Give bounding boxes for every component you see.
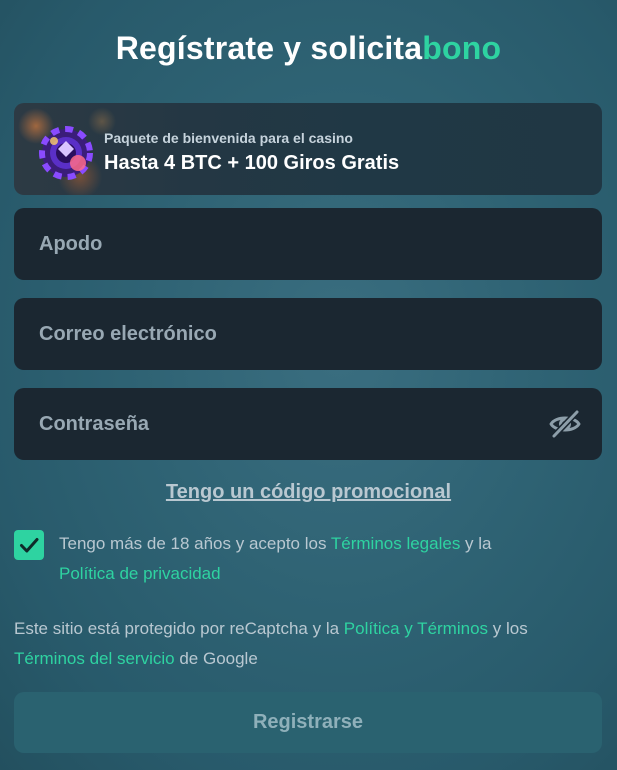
eye-slash-icon[interactable] <box>548 407 582 441</box>
privacy-policy-link[interactable]: Política de privacidad <box>59 564 221 583</box>
email-field <box>14 298 602 370</box>
recaptcha-policy-link[interactable]: Política y Términos <box>344 619 488 638</box>
recaptcha-text-part-2: y los <box>488 619 528 638</box>
age-terms-checkbox[interactable] <box>14 530 44 560</box>
title-main: Regístrate y solicita <box>115 30 423 66</box>
consent-text: Tengo más de 18 años y acepto los Términ… <box>59 529 579 589</box>
nickname-field <box>14 208 602 280</box>
banner-subtitle: Paquete de bienvenida para el casino <box>104 130 353 146</box>
page-title: Regístrate y solicitabono <box>0 30 617 67</box>
title-accent: bono <box>422 30 502 66</box>
email-input[interactable] <box>14 298 602 370</box>
legal-terms-link[interactable]: Términos legales <box>331 534 460 553</box>
password-field <box>14 388 602 460</box>
recaptcha-text-part-1: Este sitio está protegido por reCaptcha … <box>14 619 344 638</box>
banner-headline: Hasta 4 BTC + 100 Giros Gratis <box>104 152 400 174</box>
consent-text-part-2: y la <box>460 534 492 553</box>
nickname-input[interactable] <box>14 208 602 280</box>
register-button[interactable]: Registrarse <box>14 692 602 753</box>
recaptcha-text-part-3: de Google <box>174 649 258 668</box>
promo-code-link[interactable]: Tengo un código promocional <box>0 481 617 504</box>
welcome-bonus-banner: Paquete de bienvenida para el casino Has… <box>14 103 602 195</box>
casino-chip-icon <box>39 126 93 180</box>
checkmark-icon <box>20 538 39 553</box>
consent-text-part-1: Tengo más de 18 años y acepto los <box>59 534 331 553</box>
terms-of-service-link[interactable]: Términos del servicio <box>14 649 175 668</box>
recaptcha-notice: Este sitio está protegido por reCaptcha … <box>14 614 604 674</box>
password-input[interactable] <box>14 388 602 460</box>
